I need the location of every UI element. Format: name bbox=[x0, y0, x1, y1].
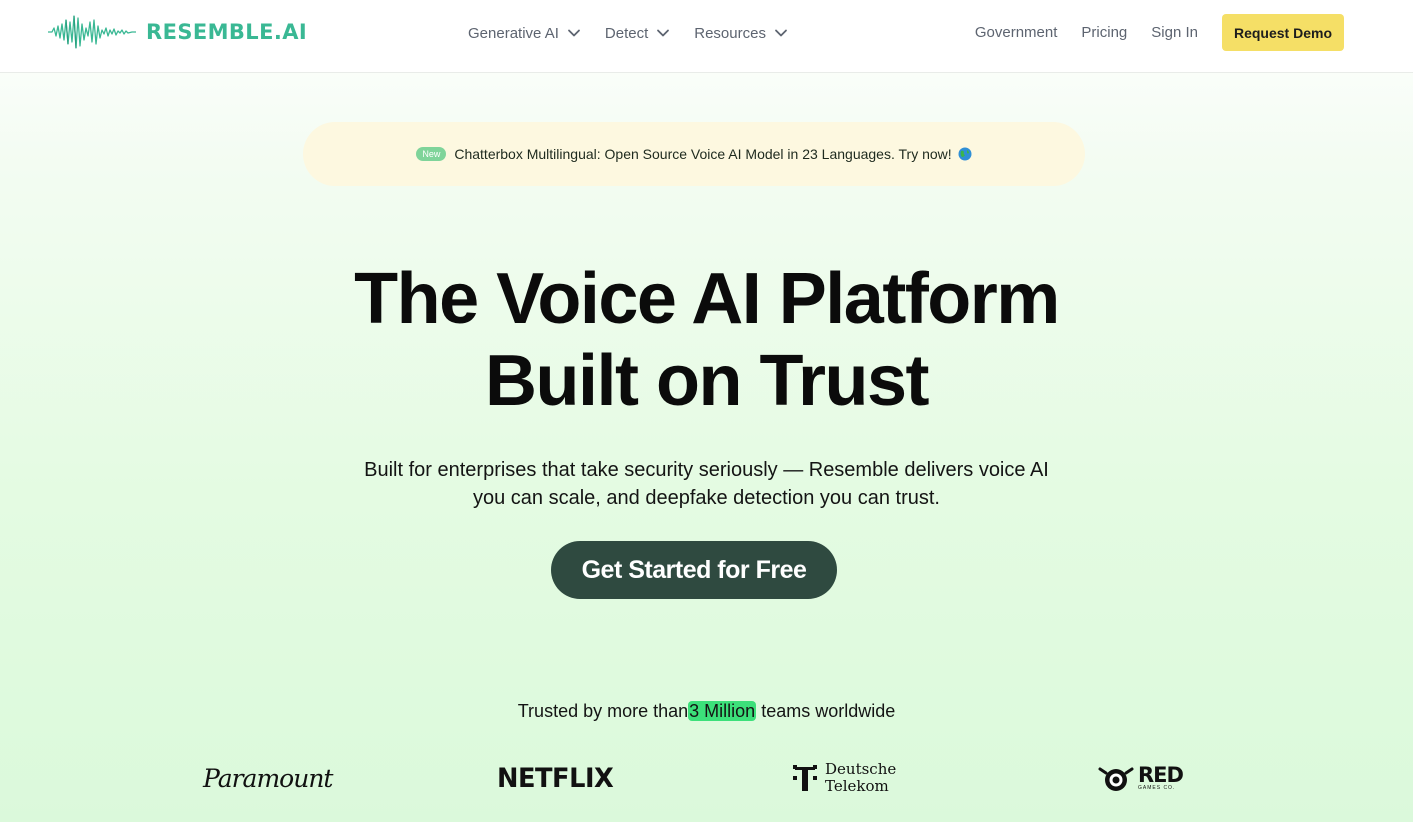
red-games-eye-icon bbox=[1098, 767, 1134, 791]
request-demo-button[interactable]: Request Demo bbox=[1221, 14, 1344, 51]
nav-detect-label: Detect bbox=[604, 24, 649, 42]
telekom-t-icon bbox=[793, 765, 817, 791]
hero-title-line-2: Built on Trust bbox=[485, 341, 929, 421]
hero-subtitle: Built for enterprises that take security… bbox=[0, 456, 1413, 512]
telekom-line-2: Telekom bbox=[825, 777, 889, 795]
paramount-logo: Paramount bbox=[203, 763, 333, 793]
nav-generative-ai-label: Generative AI bbox=[468, 24, 559, 42]
announcement-text: Chatterbox Multilingual: Open Source Voi… bbox=[454, 146, 952, 162]
red-games-main: RED bbox=[1138, 763, 1184, 787]
trusted-by-text: Trusted by more than3 Million teams worl… bbox=[0, 701, 1413, 722]
main-nav: Generative AI Detect Resources bbox=[468, 22, 812, 44]
red-games-text: RED GAMES CO. bbox=[1138, 763, 1184, 791]
trusted-highlight: 3 Million bbox=[688, 701, 757, 721]
red-games-logo: RED GAMES CO. bbox=[1098, 758, 1184, 798]
trusted-prefix: Trusted by more than bbox=[517, 701, 689, 721]
government-link[interactable]: Government bbox=[975, 24, 1058, 41]
waveform-logo-icon bbox=[48, 15, 136, 49]
netflix-logo: NETFLIX bbox=[497, 762, 614, 794]
resemble-logo[interactable]: RESEMBLE.AI bbox=[48, 12, 307, 52]
globe-icon bbox=[958, 147, 972, 161]
hero-subtitle-line-1: Built for enterprises that take security… bbox=[364, 459, 1049, 481]
hero-subtitle-line-2: you can scale, and deepfake detection yo… bbox=[473, 487, 940, 509]
brand-name: RESEMBLE.AI bbox=[146, 20, 308, 44]
telekom-text: Deutsche Telekom bbox=[825, 761, 896, 795]
nav-detect[interactable]: Detect bbox=[605, 22, 670, 44]
hero-title-line-1: The Voice AI Platform bbox=[354, 259, 1060, 339]
hero-title: The Voice AI Platform Built on Trust bbox=[0, 258, 1413, 422]
site-header: RESEMBLE.AI Generative AI Detect Resourc… bbox=[0, 0, 1413, 73]
nav-resources[interactable]: Resources bbox=[694, 22, 788, 44]
trusted-suffix: teams worldwide bbox=[756, 701, 896, 721]
pricing-link[interactable]: Pricing bbox=[1081, 24, 1127, 41]
telekom-line-1: Deutsche bbox=[825, 760, 897, 778]
announcement-banner[interactable]: New Chatterbox Multilingual: Open Source… bbox=[303, 122, 1085, 186]
chevron-down-icon bbox=[567, 29, 580, 37]
nav-resources-label: Resources bbox=[694, 24, 766, 42]
chevron-down-icon bbox=[657, 29, 670, 37]
get-started-button[interactable]: Get Started for Free bbox=[551, 541, 837, 599]
sign-in-link[interactable]: Sign In bbox=[1151, 24, 1198, 41]
nav-generative-ai[interactable]: Generative AI bbox=[468, 22, 581, 44]
new-badge: New bbox=[416, 147, 447, 161]
deutsche-telekom-logo: Deutsche Telekom bbox=[793, 758, 896, 798]
chevron-down-icon bbox=[775, 29, 787, 37]
header-actions: Government Pricing Sign In Request Demo bbox=[975, 14, 1344, 51]
red-games-sub: GAMES CO. bbox=[1138, 785, 1176, 791]
